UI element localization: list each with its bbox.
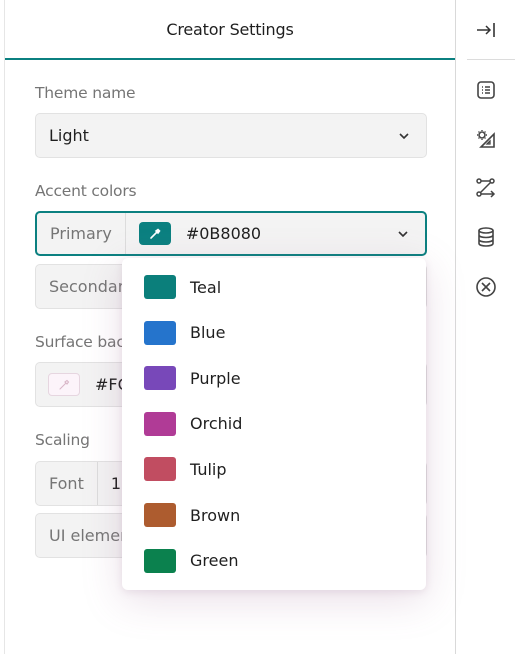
panel-header: Creator Settings [5,0,455,60]
color-swatch [144,366,176,391]
right-sidebar [457,0,515,654]
color-option-label: Teal [190,277,222,297]
color-swatch [144,503,176,527]
color-swatch [144,548,176,573]
color-option-blue[interactable]: Blue [122,313,426,353]
panel-title: Creator Settings [166,19,294,39]
accent-colors-label: Accent colors [35,182,137,200]
color-swatch [144,275,176,299]
color-swatch [144,457,176,482]
color-swatch [144,411,176,436]
scaling-label: Scaling [35,431,90,449]
eyedropper-icon [150,227,161,239]
primary-color-hex: #0B8080 [185,224,262,243]
color-option-label: Blue [190,323,226,343]
sidebar-top [467,0,515,60]
eyedropper-icon [59,379,70,390]
color-option-label: Purple [190,368,241,388]
color-option-purple[interactable]: Purple [122,358,426,398]
color-option-tulip[interactable]: Tulip [122,449,426,489]
close-circle-icon[interactable] [474,275,498,299]
font-prefix: Font [36,462,98,505]
color-option-label: Tulip [190,459,227,479]
color-option-teal[interactable]: Teal [122,267,426,307]
color-option-label: Brown [190,505,241,525]
color-option-brown[interactable]: Brown [122,495,426,535]
color-swatch [144,320,176,345]
color-option-label: Green [190,551,239,571]
chevron-down-icon [399,132,409,139]
collapse-panel-icon[interactable] [475,21,497,39]
database-icon[interactable] [474,225,498,249]
chevron-down-icon [398,230,408,237]
design-tools-icon[interactable] [474,127,498,151]
workflow-icon[interactable] [474,176,498,200]
color-option-label: Orchid [190,414,243,434]
theme-name-select[interactable]: Light [35,113,427,158]
color-option-green[interactable]: Green [122,541,426,581]
primary-color-picker-button[interactable] [138,222,171,245]
theme-name-value: Light [49,126,89,145]
theme-name-label: Theme name [35,84,136,102]
list-icon[interactable] [474,78,498,102]
surface-color-picker-button[interactable] [48,373,80,396]
primary-color-select[interactable]: Primary #0B8080 [35,211,427,256]
color-option-orchid[interactable]: Orchid [122,404,426,444]
primary-prefix: Primary [37,213,126,254]
accent-color-dropdown: Teal Blue Purple Orchid Tulip Brown Green [122,258,426,590]
